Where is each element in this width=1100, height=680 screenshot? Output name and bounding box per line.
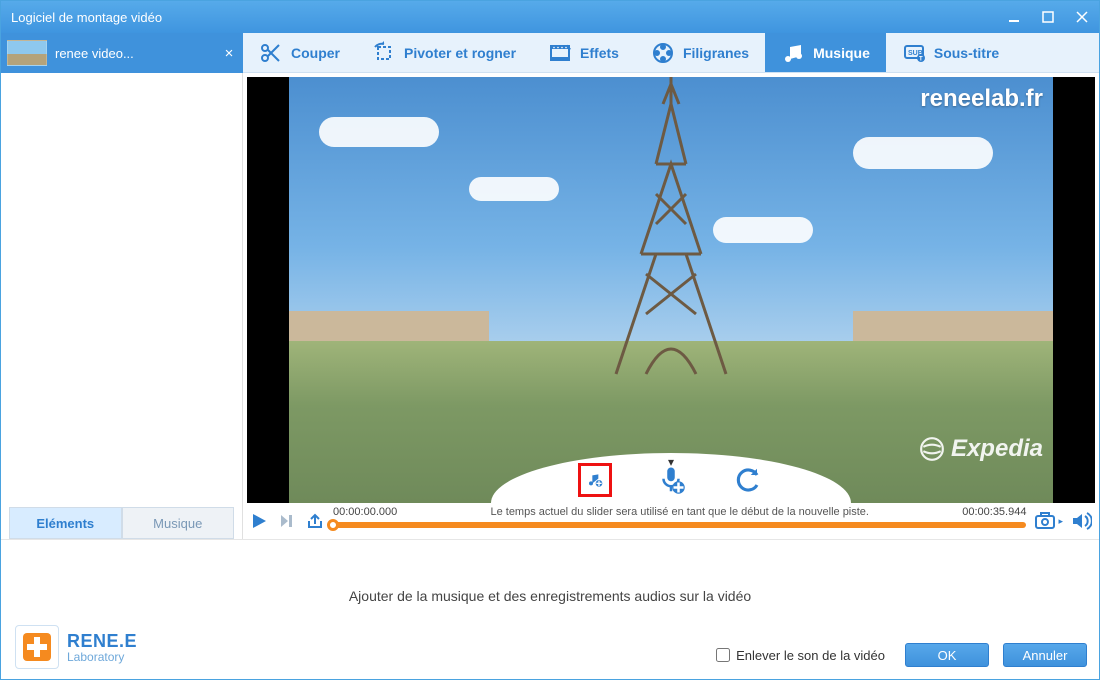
- cancel-button[interactable]: Annuler: [1003, 643, 1087, 667]
- bottom-panel: Ajouter de la musique et des enregistrem…: [1, 539, 1099, 679]
- watermark-url: reneelab.fr: [920, 85, 1043, 113]
- brand-sub: Laboratory: [67, 650, 137, 664]
- file-chip[interactable]: renee video... ×: [1, 33, 243, 73]
- minimize-icon: [1008, 11, 1020, 23]
- total-time: 00:00:35.944: [962, 506, 1026, 518]
- mic-add-icon: [656, 465, 686, 495]
- maximize-icon: [1042, 11, 1054, 23]
- timeline-knob[interactable]: [327, 519, 339, 531]
- export-frame-button[interactable]: [305, 511, 325, 531]
- music-note-icon: [781, 41, 805, 65]
- svg-text:T: T: [919, 56, 923, 62]
- volume-button[interactable]: [1071, 510, 1093, 532]
- panel-message: Ajouter de la musique et des enregistrem…: [1, 588, 1099, 604]
- cloud-shape: [319, 117, 439, 147]
- replace-audio-button[interactable]: [730, 463, 764, 497]
- titlebar: Logiciel de montage vidéo: [1, 1, 1099, 33]
- step-button[interactable]: [277, 511, 297, 531]
- maximize-button[interactable]: [1031, 1, 1065, 33]
- watermark-brand: Expedia: [919, 435, 1043, 463]
- close-button[interactable]: [1065, 1, 1099, 33]
- tab-label: Filigranes: [683, 45, 749, 61]
- crop-rotate-icon: [372, 41, 396, 65]
- watermark-brand-text: Expedia: [951, 435, 1043, 463]
- globe-icon: [919, 436, 945, 462]
- timeline[interactable]: 00:00:00.000 Le temps actuel du slider s…: [333, 510, 1026, 532]
- mute-video-label: Enlever le son de la vidéo: [736, 648, 885, 663]
- brand-name: RENE.E: [67, 631, 137, 652]
- app-window: Logiciel de montage vidéo renee video...…: [0, 0, 1100, 680]
- tab-watermark[interactable]: Filigranes: [635, 33, 765, 72]
- items-list-area: [1, 73, 242, 507]
- filmstrip-icon: [548, 41, 572, 65]
- cloud-shape: [469, 177, 559, 201]
- snapshot-menu-icon[interactable]: ▸: [1058, 516, 1063, 527]
- mute-video-checkbox[interactable]: Enlever le son de la vidéo: [716, 648, 885, 663]
- tab-effects[interactable]: Effets: [532, 33, 635, 72]
- side-tab-elements[interactable]: Eléments: [9, 507, 122, 539]
- brand-logo: [15, 625, 59, 669]
- speaker-icon: [1072, 512, 1092, 530]
- tab-label: Pivoter et rogner: [404, 45, 516, 61]
- preview-column: reneelab.fr Expedia ▾: [243, 73, 1099, 539]
- play-icon: [250, 512, 268, 530]
- tab-subtitle[interactable]: SUBT Sous-titre: [886, 33, 1015, 72]
- side-tabs: Eléments Musique: [9, 507, 234, 539]
- chevron-down-icon[interactable]: ▾: [668, 455, 674, 469]
- left-column: Eléments Musique: [1, 73, 243, 539]
- cloud-shape: [853, 137, 993, 169]
- tab-label: Effets: [580, 45, 619, 61]
- file-name: renee video...: [55, 46, 213, 61]
- slider-hint: Le temps actuel du slider sera utilisé e…: [333, 506, 1026, 518]
- footer-row: Enlever le son de la vidéo OK Annuler: [301, 643, 1087, 667]
- mute-video-input[interactable]: [716, 648, 730, 662]
- eiffel-tower-shape: [601, 77, 741, 384]
- tab-label: Musique: [813, 45, 870, 61]
- playback-bar: 00:00:00.000 Le temps actuel du slider s…: [243, 503, 1099, 539]
- scissors-icon: [259, 41, 283, 65]
- snapshot-button[interactable]: [1034, 510, 1056, 532]
- tab-rotate-crop[interactable]: Pivoter et rogner: [356, 33, 532, 72]
- tab-label: Couper: [291, 45, 340, 61]
- tab-music[interactable]: Musique: [765, 33, 886, 72]
- refresh-icon: [732, 465, 762, 495]
- plus-logo-icon: [20, 630, 54, 664]
- brand-block: RENE.E Laboratory: [15, 625, 137, 669]
- window-title: Logiciel de montage vidéo: [11, 10, 997, 25]
- timeline-track[interactable]: [333, 522, 1026, 528]
- ok-button[interactable]: OK: [905, 643, 989, 667]
- tab-label: Sous-titre: [934, 45, 999, 61]
- main-area: Eléments Musique: [1, 73, 1099, 539]
- reel-icon: [651, 41, 675, 65]
- minimize-button[interactable]: [997, 1, 1031, 33]
- play-button[interactable]: [249, 511, 269, 531]
- subtitle-icon: SUBT: [902, 41, 926, 65]
- toolbar: Couper Pivoter et rogner Effets Filigran…: [243, 33, 1099, 73]
- camera-icon: [1034, 512, 1056, 530]
- export-icon: [306, 512, 324, 530]
- side-tab-music[interactable]: Musique: [122, 507, 235, 539]
- file-chip-close-icon[interactable]: ×: [221, 45, 237, 62]
- header-row: renee video... × Couper Pivoter et rogne…: [1, 33, 1099, 73]
- step-forward-icon: [279, 513, 295, 529]
- music-add-icon: [587, 465, 603, 495]
- building-shape: [853, 311, 1053, 341]
- add-music-button[interactable]: [578, 463, 612, 497]
- building-shape: [289, 311, 489, 341]
- file-thumbnail: [7, 40, 47, 66]
- brand-text: RENE.E Laboratory: [67, 631, 137, 664]
- tab-cut[interactable]: Couper: [243, 33, 356, 72]
- close-icon: [1076, 11, 1088, 23]
- video-preview[interactable]: reneelab.fr Expedia ▾: [247, 77, 1095, 503]
